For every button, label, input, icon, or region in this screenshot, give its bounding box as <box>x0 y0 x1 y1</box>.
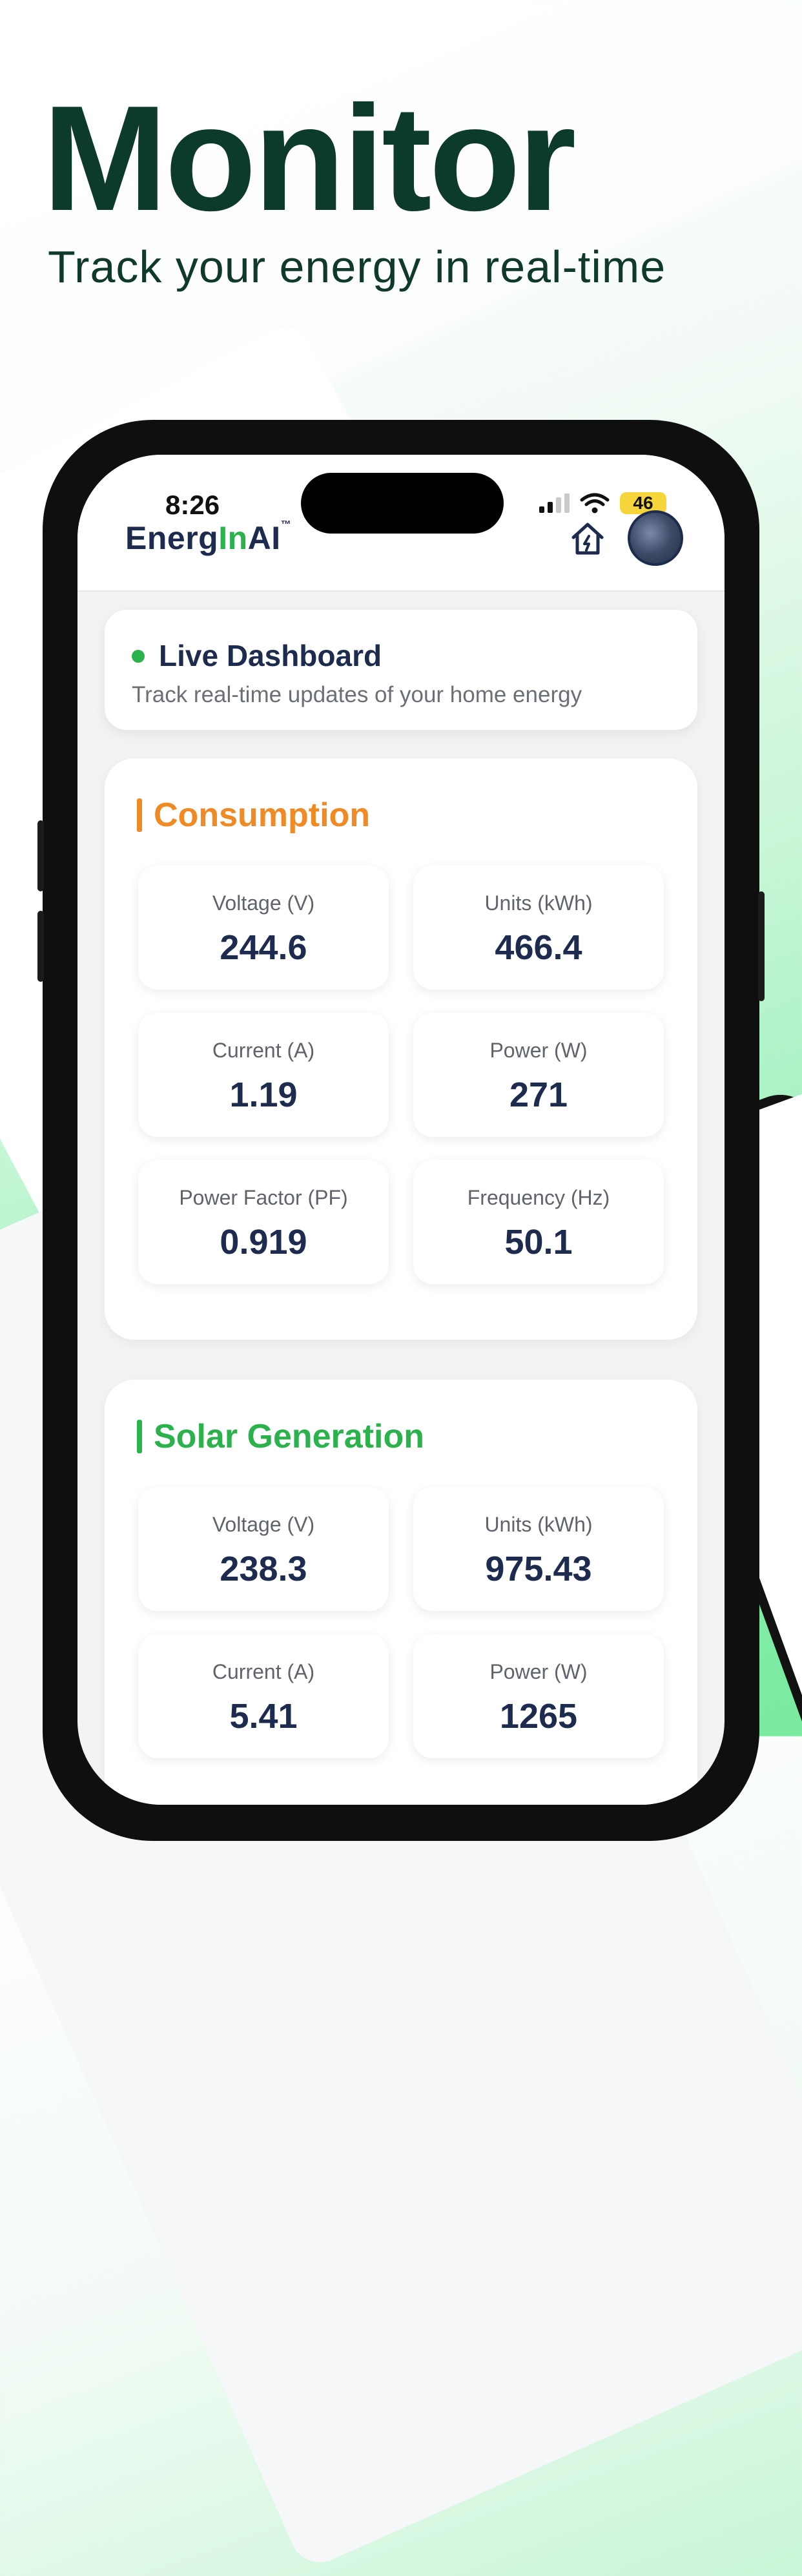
brand-prefix: Energ <box>125 520 219 556</box>
app-logo[interactable]: EnergInAI™ <box>125 519 291 557</box>
solar-metric-card-voltage[interactable]: Voltage (V) 238.3 <box>138 1487 389 1611</box>
metric-label: Frequency (Hz) <box>467 1186 610 1209</box>
metric-label: Units (kWh) <box>484 1513 593 1536</box>
solar-title: Solar Generation <box>154 1418 424 1455</box>
dashboard-subtitle: Track real-time updates of your home ene… <box>132 682 582 707</box>
solar-header: Solar Generation <box>137 1417 424 1456</box>
metric-label: Power Factor (PF) <box>179 1186 348 1209</box>
metric-label: Current (A) <box>212 1660 315 1683</box>
hero-subtitle: Track your energy in real-time <box>48 242 666 292</box>
solar-generation-section: Solar Generation Voltage (V) 238.3 Units… <box>105 1380 697 1805</box>
dynamic-island <box>301 473 504 534</box>
phone-screen: 8:26 46 EnergInAI™ Live Dashboard Track … <box>77 455 725 1805</box>
metric-label: Voltage (V) <box>212 891 315 915</box>
brand-trademark: ™ <box>280 519 292 530</box>
metric-value: 271 <box>509 1075 568 1114</box>
metric-value: 244.6 <box>220 928 307 967</box>
brand-accent: In <box>218 520 248 556</box>
metric-card-power[interactable]: Power (W) 271 <box>413 1013 664 1137</box>
consumption-header: Consumption <box>137 796 370 835</box>
solar-metric-card-units[interactable]: Units (kWh) 975.43 <box>413 1487 664 1611</box>
metric-label: Voltage (V) <box>212 1513 315 1536</box>
consumption-section: Consumption Voltage (V) 244.6 Units (kWh… <box>105 758 697 1340</box>
home-icon[interactable] <box>568 519 607 558</box>
metric-card-power-factor[interactable]: Power Factor (PF) 0.919 <box>138 1160 389 1284</box>
live-indicator-dot <box>132 650 145 663</box>
dashboard-title: Live Dashboard <box>159 639 382 672</box>
status-time: 8:26 <box>165 490 220 520</box>
wifi-icon <box>580 493 610 514</box>
brand-suffix: AI <box>247 520 281 556</box>
metric-label: Power (W) <box>489 1039 588 1062</box>
metric-value: 50.1 <box>504 1223 573 1262</box>
live-dashboard-card: Live Dashboard Track real-time updates o… <box>105 610 697 730</box>
metric-card-units[interactable]: Units (kWh) 466.4 <box>413 866 664 990</box>
metric-value: 5.41 <box>229 1697 298 1736</box>
phone-frame: 8:26 46 EnergInAI™ Live Dashboard Track … <box>37 420 765 1841</box>
solar-metric-card-power[interactable]: Power (W) 1265 <box>413 1634 664 1758</box>
hero-title: Monitor <box>43 75 576 242</box>
metric-value: 1265 <box>499 1697 578 1736</box>
section-accent-bar <box>137 798 142 832</box>
metric-value: 975.43 <box>485 1550 592 1588</box>
signal-icon <box>539 493 570 513</box>
metric-label: Power (W) <box>489 1660 588 1683</box>
app-header: 8:26 46 EnergInAI™ <box>77 455 725 592</box>
metric-card-voltage[interactable]: Voltage (V) 244.6 <box>138 866 389 990</box>
metric-value: 238.3 <box>220 1550 307 1588</box>
metric-value: 466.4 <box>495 928 582 967</box>
metric-label: Units (kWh) <box>484 891 593 915</box>
volume-up-button <box>37 820 44 891</box>
volume-down-button <box>37 911 44 982</box>
consumption-title: Consumption <box>154 796 371 834</box>
metric-card-current[interactable]: Current (A) 1.19 <box>138 1013 389 1137</box>
section-accent-bar <box>137 1420 142 1453</box>
power-button <box>758 891 765 1001</box>
metric-label: Current (A) <box>212 1039 315 1062</box>
metric-value: 0.919 <box>220 1223 307 1262</box>
avatar[interactable] <box>628 510 683 566</box>
metric-card-frequency[interactable]: Frequency (Hz) 50.1 <box>413 1160 664 1284</box>
solar-metric-card-current[interactable]: Current (A) 5.41 <box>138 1634 389 1758</box>
metric-value: 1.19 <box>229 1075 298 1114</box>
